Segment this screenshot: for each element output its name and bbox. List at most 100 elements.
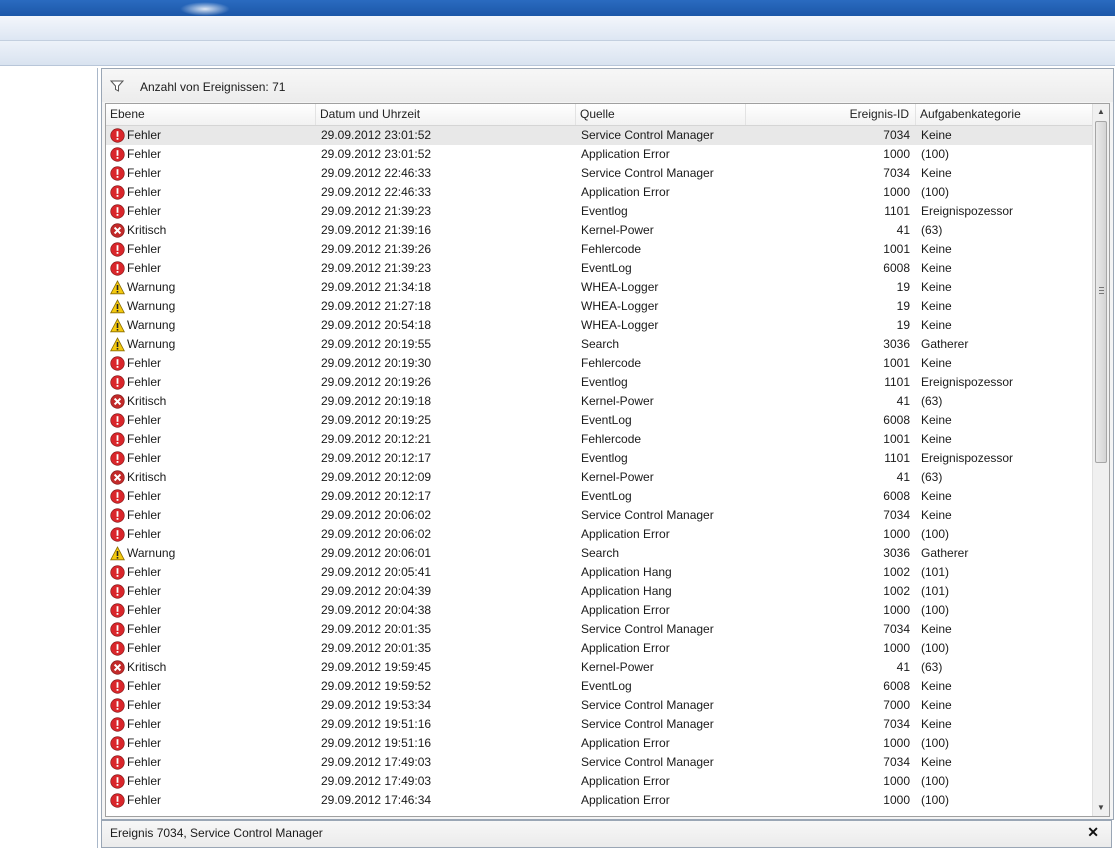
filter-icon xyxy=(110,80,124,92)
error-icon xyxy=(110,413,125,428)
column-header-event-id[interactable]: Ereignis-ID xyxy=(746,104,916,125)
vertical-scrollbar[interactable]: ▲ ▼ xyxy=(1092,104,1109,816)
date-cell: 29.09.2012 21:39:26 xyxy=(321,242,432,256)
task-category-cell: Keine xyxy=(921,489,952,503)
table-row[interactable]: Warnung 29.09.2012 20:19:55 Search 3036 Gath… xyxy=(106,335,1092,354)
level-cell: Kritisch xyxy=(127,660,167,674)
source-cell: Application Error xyxy=(581,527,670,541)
table-row[interactable]: Warnung 29.09.2012 21:27:18 WHEA-Logger 19 K… xyxy=(106,297,1092,316)
level-cell: Fehler xyxy=(127,185,162,199)
critical-icon xyxy=(110,660,125,675)
task-category-cell: (100) xyxy=(921,793,950,807)
level-cell: Warnung xyxy=(127,546,176,560)
table-row[interactable]: Fehler 29.09.2012 22:46:33 Service Control… xyxy=(106,164,1092,183)
task-category-cell: (101) xyxy=(921,565,950,579)
error-icon xyxy=(110,147,125,162)
event-id-cell: 1002 xyxy=(883,565,910,579)
table-row[interactable]: Fehler 29.09.2012 23:01:52 Service Control… xyxy=(106,126,1092,145)
source-cell: Search xyxy=(581,337,620,351)
task-category-cell: (100) xyxy=(921,603,950,617)
table-row[interactable]: Kritisch 29.09.2012 21:39:16 Kernel-Power 4… xyxy=(106,221,1092,240)
table-row[interactable]: Fehler 29.09.2012 20:06:02 Service Control… xyxy=(106,506,1092,525)
table-row[interactable]: Fehler 29.09.2012 20:04:39 Application Han… xyxy=(106,582,1092,601)
source-cell: Application Error xyxy=(581,603,670,617)
close-icon[interactable]: ✕ xyxy=(1087,824,1099,841)
source-cell: Application Hang xyxy=(581,584,672,598)
event-id-cell: 7034 xyxy=(883,755,910,769)
source-cell: Service Control Manager xyxy=(581,166,714,180)
table-row[interactable]: Fehler 29.09.2012 19:51:16 Application Err… xyxy=(106,734,1092,753)
event-id-cell: 1101 xyxy=(884,204,910,218)
source-cell: Application Hang xyxy=(581,565,672,579)
table-row[interactable]: Kritisch 29.09.2012 20:19:18 Kernel-Power 4… xyxy=(106,392,1092,411)
level-cell: Kritisch xyxy=(127,223,167,237)
event-grid[interactable]: Ebene Datum und Uhrzeit Quelle Ereignis-… xyxy=(105,103,1110,817)
table-row[interactable]: Warnung 29.09.2012 20:54:18 WHEA-Logger 19 K… xyxy=(106,316,1092,335)
column-header-task-category[interactable]: Aufgabenkategorie xyxy=(916,104,1092,125)
table-row[interactable]: Fehler 29.09.2012 20:05:41 Application Han… xyxy=(106,563,1092,582)
table-row[interactable]: Fehler 29.09.2012 20:01:35 Application Err… xyxy=(106,639,1092,658)
table-row[interactable]: Fehler 29.09.2012 17:49:03 Application Err… xyxy=(106,772,1092,791)
table-row[interactable]: Fehler 29.09.2012 17:49:03 Service Control… xyxy=(106,753,1092,772)
column-header-date[interactable]: Datum und Uhrzeit xyxy=(316,104,576,125)
scroll-down-arrow-icon[interactable]: ▼ xyxy=(1093,800,1109,816)
event-id-cell: 7034 xyxy=(883,508,910,522)
date-cell: 29.09.2012 20:04:39 xyxy=(321,584,432,598)
table-row[interactable]: Fehler 29.09.2012 17:46:34 Application Err… xyxy=(106,791,1092,810)
level-cell: Warnung xyxy=(127,318,176,332)
table-row[interactable]: Fehler 29.09.2012 21:39:26 Fehlercode 1001 K… xyxy=(106,240,1092,259)
table-row[interactable]: Fehler 29.09.2012 20:12:17 Eventlog 1101 Ere… xyxy=(106,449,1092,468)
table-row[interactable]: Kritisch 29.09.2012 19:59:45 Kernel-Power 4… xyxy=(106,658,1092,677)
console-tree-pane[interactable] xyxy=(0,68,98,848)
task-category-cell: Gatherer xyxy=(921,546,969,560)
event-id-cell: 1000 xyxy=(883,774,910,788)
table-row[interactable]: Fehler 29.09.2012 20:19:26 Eventlog 1101 Ere… xyxy=(106,373,1092,392)
table-row[interactable]: Fehler 29.09.2012 22:46:33 Application Err… xyxy=(106,183,1092,202)
table-row[interactable]: Fehler 29.09.2012 19:59:52 EventLog 6008 Kei… xyxy=(106,677,1092,696)
table-row[interactable]: Warnung 29.09.2012 20:06:01 Search 3036 Gath… xyxy=(106,544,1092,563)
source-cell: Search xyxy=(581,546,620,560)
date-cell: 29.09.2012 20:06:01 xyxy=(321,546,432,560)
source-cell: Fehlercode xyxy=(581,242,642,256)
table-row[interactable]: Kritisch 29.09.2012 20:12:09 Kernel-Power 4… xyxy=(106,468,1092,487)
task-category-cell: Keine xyxy=(921,242,952,256)
source-cell: WHEA-Logger xyxy=(581,280,659,294)
level-cell: Fehler xyxy=(127,565,162,579)
table-row[interactable]: Fehler 29.09.2012 23:01:52 Application Err… xyxy=(106,145,1092,164)
event-id-cell: 6008 xyxy=(883,261,910,275)
table-row[interactable]: Fehler 29.09.2012 21:39:23 Eventlog 1101 Ere… xyxy=(106,202,1092,221)
date-cell: 29.09.2012 17:46:34 xyxy=(321,793,432,807)
scrollbar-thumb[interactable] xyxy=(1095,121,1107,463)
level-cell: Fehler xyxy=(127,774,162,788)
table-row[interactable]: Fehler 29.09.2012 20:01:35 Service Control… xyxy=(106,620,1092,639)
column-header-level[interactable]: Ebene xyxy=(106,104,316,125)
error-icon xyxy=(110,717,125,732)
table-row[interactable]: Fehler 29.09.2012 21:39:23 EventLog 6008 Kei… xyxy=(106,259,1092,278)
event-id-cell: 6008 xyxy=(883,679,910,693)
error-icon xyxy=(110,698,125,713)
task-category-cell: (100) xyxy=(921,147,950,161)
table-row[interactable]: Fehler 29.09.2012 20:04:38 Application Err… xyxy=(106,601,1092,620)
error-icon xyxy=(110,204,125,219)
source-cell: Eventlog xyxy=(581,375,628,389)
task-category-cell: Keine xyxy=(921,413,952,427)
table-row[interactable]: Fehler 29.09.2012 20:12:17 EventLog 6008 Kei… xyxy=(106,487,1092,506)
table-row[interactable]: Warnung 29.09.2012 21:34:18 WHEA-Logger 19 K… xyxy=(106,278,1092,297)
source-cell: Service Control Manager xyxy=(581,128,714,142)
scroll-up-arrow-icon[interactable]: ▲ xyxy=(1093,104,1109,120)
table-row[interactable]: Fehler 29.09.2012 19:51:16 Service Control… xyxy=(106,715,1092,734)
table-row[interactable]: Fehler 29.09.2012 20:12:21 Fehlercode 1001 K… xyxy=(106,430,1092,449)
event-id-cell: 1000 xyxy=(883,641,910,655)
table-row[interactable]: Fehler 29.09.2012 19:53:34 Service Control… xyxy=(106,696,1092,715)
level-cell: Fehler xyxy=(127,698,162,712)
column-header-source[interactable]: Quelle xyxy=(576,104,746,125)
table-row[interactable]: Fehler 29.09.2012 20:19:30 Fehlercode 1001 K… xyxy=(106,354,1092,373)
task-category-cell: Ereignispozessor xyxy=(921,375,1014,389)
date-cell: 29.09.2012 21:39:23 xyxy=(321,261,432,275)
table-row[interactable]: Fehler 29.09.2012 20:19:25 EventLog 6008 Kei… xyxy=(106,411,1092,430)
task-category-cell: Ereignispozessor xyxy=(921,451,1014,465)
source-cell: EventLog xyxy=(581,679,632,693)
date-cell: 29.09.2012 19:59:45 xyxy=(321,660,432,674)
source-cell: Kernel-Power xyxy=(581,660,654,674)
table-row[interactable]: Fehler 29.09.2012 20:06:02 Application Err… xyxy=(106,525,1092,544)
